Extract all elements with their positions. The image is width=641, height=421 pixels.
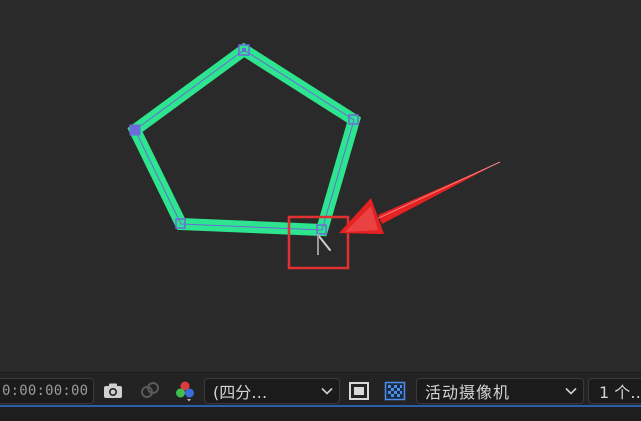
views-layout-dropdown[interactable]: 1 个… [588, 378, 641, 404]
chevron-down-icon [321, 387, 333, 395]
viewport-canvas [127, 42, 501, 270]
camera-icon [104, 383, 122, 398]
transparency-grid-icon [384, 381, 406, 401]
transparency-grid-button[interactable] [382, 378, 408, 404]
chevron-down-icon [565, 387, 577, 395]
show-channel-button[interactable] [172, 378, 198, 404]
region-of-interest-icon [349, 382, 369, 400]
composition-viewport[interactable] [0, 0, 641, 372]
resolution-dropdown[interactable]: (四分… [204, 378, 340, 404]
rgb-channels-icon [176, 381, 194, 402]
region-of-interest-button[interactable] [346, 378, 372, 404]
resolution-label: (四分… [213, 383, 268, 402]
vertex-handle-top-inner [242, 48, 246, 52]
show-snapshot-button[interactable] [136, 378, 162, 404]
views-layout-label: 1 个… [599, 383, 641, 402]
current-time-display[interactable]: 0:00:00:00 [0, 378, 94, 404]
take-snapshot-button[interactable] [100, 378, 126, 404]
convert-vertex-cursor-icon [317, 234, 331, 255]
timecode-text: 0:00:00:00 [2, 383, 89, 399]
active-camera-label: 活动摄像机 [425, 383, 511, 402]
snapshot-link-icon [141, 382, 159, 398]
viewer-bottom-strip [0, 405, 641, 421]
active-camera-dropdown[interactable]: 活动摄像机 [416, 378, 584, 404]
vertex-handle-left-selected[interactable] [129, 124, 141, 136]
pentagon-shape-stroke[interactable] [127, 42, 362, 237]
active-panel-indicator [0, 405, 641, 407]
annotation-arrow-icon [339, 161, 501, 234]
composition-viewer-window: 0:00:00:00 (四分… 活动摄像机 1 个 [0, 0, 641, 421]
